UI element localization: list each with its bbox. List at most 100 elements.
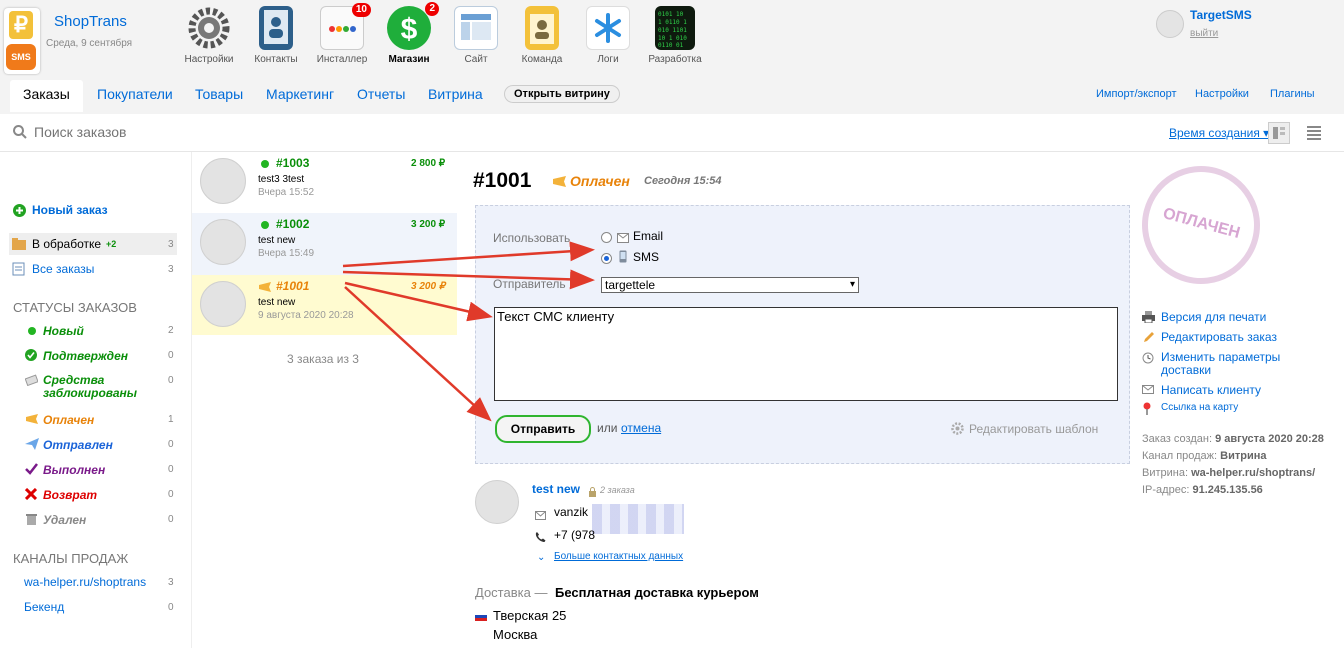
plus-icon	[13, 204, 26, 220]
app-installer[interactable]: 10 Инсталлер	[307, 3, 377, 65]
send-button[interactable]: Отправить	[495, 415, 591, 443]
list-item[interactable]: #1001 test new 9 августа 2020 20:28 3 20…	[192, 275, 457, 335]
avatar[interactable]	[1156, 10, 1184, 38]
app-dev[interactable]: 0101 10 1 0110 1 010 1101 10 1 010 0110 01 Р…	[640, 6, 710, 65]
cancel-link[interactable]: отмена	[621, 421, 661, 435]
stamp-text: ОПЛАЧЕН	[1161, 205, 1242, 242]
channel-backend[interactable]: Бекенд	[24, 600, 64, 614]
app-label: Настройки	[184, 54, 234, 65]
storefront-value: wa-helper.ru/shoptrans/	[1191, 467, 1316, 479]
tab-orders[interactable]: Заказы	[10, 80, 83, 112]
logout-link[interactable]: выйти	[1190, 28, 1218, 39]
app-team[interactable]: Команда	[507, 6, 577, 65]
pencil-icon	[1142, 331, 1155, 347]
status-dot-icon	[261, 160, 269, 168]
search-input[interactable]	[34, 121, 434, 143]
edit-template-link[interactable]: Редактировать шаблон	[969, 422, 1098, 436]
status-count: 0	[168, 489, 174, 500]
app-logs[interactable]: Логи	[573, 6, 643, 65]
cross-icon	[24, 487, 38, 503]
section-tabs: Заказы Покупатели Товары Маркетинг Отчет…	[0, 76, 1344, 114]
list-item[interactable]: #1002 test new Вчера 15:49 3 200 ₽	[192, 213, 457, 275]
shop-badge: 2	[425, 2, 439, 16]
all-orders-count: 3	[168, 264, 174, 275]
split-view-icon[interactable]	[1268, 122, 1290, 144]
email-option-label[interactable]: Email	[633, 229, 663, 243]
order-status: Оплачен	[570, 173, 630, 189]
edit-delivery-link[interactable]: Изменить параметры доставки	[1161, 351, 1301, 377]
channel-storefront[interactable]: wa-helper.ru/shoptrans	[24, 575, 146, 589]
check-circle-icon	[25, 349, 37, 364]
status-refund[interactable]: Возврат	[43, 488, 97, 502]
sort-dropdown[interactable]: Время создания ▾	[1169, 126, 1269, 140]
customer-phone: +7 (978	[554, 528, 596, 542]
status-sent[interactable]: Отправлен	[43, 438, 113, 452]
status-paid[interactable]: Оплачен	[43, 413, 94, 427]
edit-order-link[interactable]: Редактировать заказ	[1161, 330, 1277, 344]
more-contacts-link[interactable]: Больше контактных данных	[554, 551, 683, 562]
open-storefront-button[interactable]: Открыть витрину	[504, 85, 620, 103]
app-label: Разработка	[648, 54, 702, 65]
sender-select[interactable]: targettele ▾	[601, 277, 859, 293]
user-name[interactable]: TargetSMS	[1190, 8, 1252, 22]
svg-text:1 0110 1: 1 0110 1	[658, 19, 687, 26]
status-completed[interactable]: Выполнен	[43, 463, 105, 477]
orders-sidebar: Новый заказ В обработке +2 3 Все заказы …	[0, 152, 192, 648]
ip-label: IP-адрес:	[1142, 484, 1190, 496]
customer-orders: 2 заказа	[600, 485, 635, 495]
list-item[interactable]: #1003 test3 3test Вчера 15:52 2 800 ₽	[192, 152, 457, 214]
tab-customers[interactable]: Покупатели	[97, 86, 173, 102]
status-count: 0	[168, 464, 174, 475]
shop-logo[interactable]: ₽ SMS	[4, 8, 40, 74]
trash-icon	[26, 513, 37, 528]
app-contacts[interactable]: Контакты	[241, 6, 311, 65]
print-version-link[interactable]: Версия для печати	[1161, 310, 1266, 324]
tab-marketing[interactable]: Маркетинг	[266, 86, 334, 102]
app-label: Сайт	[464, 54, 488, 65]
folder-icon	[12, 238, 26, 253]
envelope-icon	[617, 231, 629, 246]
status-new[interactable]: Новый	[43, 324, 84, 338]
email-radio[interactable]	[601, 232, 612, 243]
checkmark-icon	[25, 463, 38, 478]
sms-textarea[interactable]: Текст СМС клиенту	[494, 307, 1118, 401]
svg-text:010 1101: 010 1101	[658, 27, 687, 34]
status-deleted[interactable]: Удален	[43, 513, 86, 527]
status-confirmed[interactable]: Подтвержден	[43, 349, 128, 363]
site-icon	[454, 6, 498, 50]
status-count: 0	[168, 514, 174, 525]
search-icon	[12, 124, 28, 143]
map-link[interactable]: Ссылка на карту	[1161, 402, 1238, 413]
paper-plane-icon	[25, 438, 39, 453]
created-label: Заказ создан:	[1142, 433, 1212, 445]
top-app-bar: ₽ SMS ShopTrans Среда, 9 сентября Настро…	[0, 0, 1344, 76]
app-shop[interactable]: $ 2 Магазин	[374, 2, 444, 65]
processing-label[interactable]: В обработке	[32, 237, 101, 251]
tab-storefront[interactable]: Витрина	[428, 86, 483, 102]
list-view-icon[interactable]	[1306, 124, 1322, 140]
shop-name[interactable]: ShopTrans	[54, 13, 127, 30]
customer-email[interactable]: vanzik	[554, 505, 588, 519]
matrix-icon: 0101 10 1 0110 1 010 1101 10 1 010 0110 01	[655, 6, 695, 50]
tab-products[interactable]: Товары	[195, 86, 243, 102]
new-order-link[interactable]: Новый заказ	[32, 203, 108, 217]
channels-header: КАНАЛЫ ПРОДАЖ	[13, 551, 129, 566]
ruble-icon: ₽	[9, 11, 33, 39]
tab-plugins[interactable]: Плагины	[1270, 88, 1315, 100]
write-customer-link[interactable]: Написать клиенту	[1161, 383, 1261, 397]
delivery-method: Бесплатная доставка курьером	[555, 585, 759, 600]
tab-reports[interactable]: Отчеты	[357, 86, 405, 102]
app-label: Логи	[597, 54, 619, 65]
status-count: 1	[168, 414, 174, 425]
order-detail: #1001 Оплачен Сегодня 15:54 Использовать…	[457, 152, 1344, 648]
app-settings[interactable]: Настройки	[174, 6, 244, 65]
tab-import-export[interactable]: Импорт/экспорт	[1096, 88, 1177, 100]
sms-option-label[interactable]: SMS	[633, 250, 659, 264]
tab-settings[interactable]: Настройки	[1195, 88, 1249, 100]
all-orders-link[interactable]: Все заказы	[32, 262, 94, 276]
sms-radio[interactable]	[601, 253, 612, 264]
app-site[interactable]: Сайт	[441, 6, 511, 65]
customer-name[interactable]: test new	[532, 482, 580, 496]
status-funds-blocked[interactable]: Средства заблокированы	[43, 374, 153, 400]
order-number: #1002	[276, 217, 310, 231]
